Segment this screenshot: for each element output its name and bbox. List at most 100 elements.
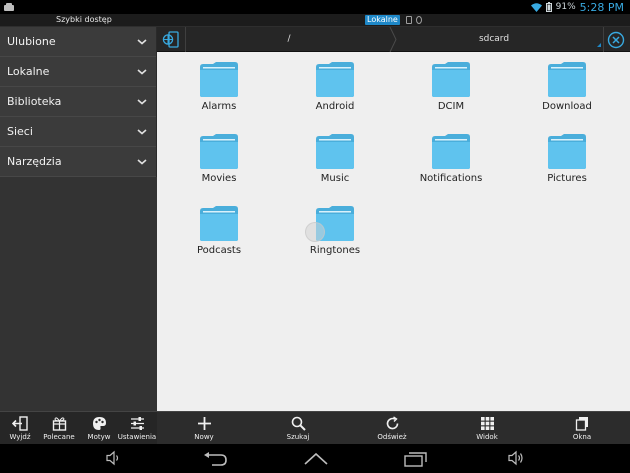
sidebar-item-label: Sieci	[7, 125, 33, 138]
breadcrumb-dropdown-icon[interactable]	[597, 43, 601, 47]
settings-sliders-icon	[130, 417, 144, 430]
windows-button[interactable]: Okna	[562, 412, 602, 445]
volume-up-icon[interactable]	[508, 450, 524, 466]
toolbar-label: Polecane	[43, 433, 75, 441]
folder-label: Alarms	[201, 101, 237, 112]
chevron-down-icon	[137, 117, 147, 147]
folder-item[interactable]: Music	[285, 133, 385, 197]
chevron-down-icon	[137, 57, 147, 87]
exit-icon	[12, 416, 28, 431]
search-icon	[291, 416, 306, 431]
chevron-down-icon	[137, 147, 147, 177]
folder-item[interactable]: Alarms	[169, 61, 269, 125]
window-indicators	[406, 16, 422, 24]
folder-icon	[548, 134, 586, 169]
folder-item[interactable]: Ringtones	[285, 205, 385, 269]
storage-root-icon[interactable]	[162, 31, 180, 48]
breadcrumb-sdcard[interactable]: sdcard	[399, 27, 589, 52]
folder-label: Podcasts	[196, 245, 242, 256]
theme-button[interactable]: Motyw	[84, 412, 114, 445]
refresh-button[interactable]: Odśwież	[372, 412, 412, 445]
clock: 5:28 PM	[579, 0, 624, 14]
folder-item[interactable]: Notifications	[401, 133, 501, 197]
folder-icon	[548, 62, 586, 97]
android-notification-icon	[4, 3, 14, 11]
battery-percent: 91%	[555, 2, 576, 12]
status-bar: 91% 5:28 PM	[0, 0, 630, 14]
folder-icon	[432, 134, 470, 169]
sidebar-item-local[interactable]: Lokalne	[0, 57, 156, 87]
sidebar-item-label: Narzędzia	[7, 155, 62, 168]
toolbar-label: Wyjdź	[9, 433, 31, 441]
folder-label: Download	[542, 101, 592, 112]
folder-label: DCIM	[437, 101, 465, 112]
folder-item[interactable]: Download	[517, 61, 617, 125]
folder-icon	[200, 134, 238, 169]
sidebar-item-tools[interactable]: Narzędzia	[0, 147, 156, 177]
sidebar-item-label: Biblioteka	[7, 95, 62, 108]
phone-icon	[406, 16, 412, 24]
system-nav-bar	[0, 444, 630, 473]
folder-item[interactable]: Podcasts	[169, 205, 269, 269]
path-bar: / sdcard	[157, 27, 630, 52]
gift-icon	[52, 417, 66, 431]
toolbar-label: Okna	[572, 433, 592, 441]
toolbar-label: Odśwież	[377, 433, 407, 441]
refresh-icon	[386, 416, 398, 430]
settings-button[interactable]: Ustawienia	[117, 412, 157, 445]
view-button[interactable]: Widok	[467, 412, 507, 445]
back-icon[interactable]	[203, 452, 227, 466]
toolbar-label: Widok	[476, 433, 498, 441]
theme-icon	[92, 417, 106, 430]
touch-indicator	[305, 222, 325, 242]
folder-label: Pictures	[547, 173, 587, 184]
sidebar-item-favorites[interactable]: Ulubione	[0, 27, 156, 57]
folder-icon	[200, 62, 238, 97]
sidebar-item-network[interactable]: Sieci	[0, 117, 156, 147]
new-button[interactable]: Nowy	[184, 412, 224, 445]
windows-icon	[575, 417, 588, 431]
toolbar-label: Ustawienia	[117, 433, 157, 441]
folder-label: Music	[320, 173, 350, 184]
sidebar-item-library[interactable]: Biblioteka	[0, 87, 156, 117]
sidebar-empty-area	[0, 177, 157, 411]
location-badge[interactable]: Lokalne	[365, 15, 400, 25]
sidebar-item-label: Ulubione	[7, 35, 56, 48]
status-right: 91% 5:28 PM	[530, 0, 624, 14]
folder-item[interactable]: Android	[285, 61, 385, 125]
recommended-button[interactable]: Polecane	[40, 412, 78, 445]
folder-label: Notifications	[419, 173, 483, 184]
file-grid: Alarms Android DCIM Download Movies Musi…	[157, 52, 630, 411]
breadcrumb-root[interactable]: /	[189, 27, 389, 52]
folder-label: Ringtones	[309, 245, 361, 256]
folder-label: Android	[315, 101, 355, 112]
battery-icon	[545, 2, 552, 12]
page-title: Szybki dostęp	[56, 15, 112, 24]
toolbar-label: Motyw	[87, 433, 111, 441]
storage-icon	[416, 16, 422, 24]
search-button[interactable]: Szukaj	[278, 412, 318, 445]
folder-item[interactable]: Movies	[169, 133, 269, 197]
folder-item[interactable]: DCIM	[401, 61, 501, 125]
sidebar-item-label: Lokalne	[7, 65, 50, 78]
bottom-toolbar: Wyjdź Polecane Motyw Ustawienia Nowy Szu…	[0, 411, 630, 445]
folder-icon	[432, 62, 470, 97]
path-separator	[603, 27, 604, 52]
close-icon[interactable]	[607, 31, 625, 49]
toolbar-label: Nowy	[194, 433, 214, 441]
sidebar: Ulubione Lokalne Biblioteka Sieci Narzęd…	[0, 27, 157, 411]
folder-icon	[200, 206, 238, 241]
toolbar-label: Szukaj	[286, 433, 310, 441]
exit-button[interactable]: Wyjdź	[4, 412, 36, 445]
folder-icon	[316, 134, 354, 169]
wifi-icon	[530, 2, 542, 12]
folder-item[interactable]: Pictures	[517, 133, 617, 197]
folder-label: Movies	[201, 173, 237, 184]
home-icon[interactable]	[303, 452, 329, 465]
folder-icon	[316, 62, 354, 97]
plus-icon	[197, 417, 211, 430]
chevron-down-icon	[137, 27, 147, 57]
volume-down-icon[interactable]	[106, 450, 120, 466]
recent-apps-icon[interactable]	[404, 451, 428, 467]
grid-icon	[480, 417, 494, 430]
